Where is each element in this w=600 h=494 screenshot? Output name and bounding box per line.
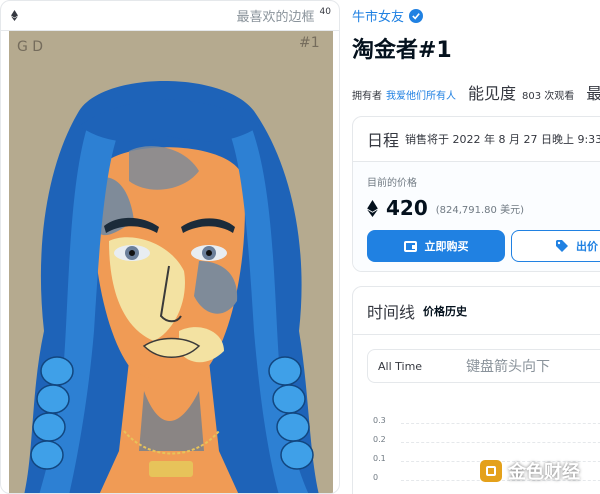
price-row: 420 (824,791.80 美元) [367,196,600,220]
watermark-text: 金色财经 [508,462,580,483]
tag-icon [556,240,568,252]
item-title: 淘金者#1 [352,38,452,63]
action-buttons: 立即购买 出价 [367,230,600,262]
price-history-header[interactable]: 时间线 价格历史 [353,287,600,335]
current-price-label: 目前的价格 [367,178,417,189]
y-tick-label: 0 [373,473,379,482]
price-chart-y-axis: 0.3 0.2 0.1 0 [367,416,397,494]
svg-text:G D: G D [17,39,43,55]
item-details-panel: 牛市女友 淘金者#1 拥有者 我爱他们所有人 能见度 803 次观看 最 日程 … [352,0,600,494]
price-panel: 日程 销售将于 2022 年 8 月 27 日晚上 9:33 GMT 目前的价格… [352,116,600,272]
buy-now-button[interactable]: 立即购买 [367,230,505,262]
views-count: 803 次观看 [522,91,575,102]
favorites-meta-label: 最 [586,84,600,103]
timeline-title: 时间线 [367,302,416,322]
nft-artwork-illustration: G D #1 [9,31,333,493]
price-usd: (824,791.80 美元) [435,204,524,216]
make-offer-button[interactable]: 出价 [511,230,600,262]
chart-grid-line [401,423,600,424]
time-range-select[interactable]: All Time 键盘箭头向下 [367,349,600,383]
collection-link[interactable]: 牛市女友 [352,6,424,25]
ethereum-icon [367,199,378,217]
price-eth: 420 [386,196,428,220]
buy-now-label: 立即购买 [424,240,469,253]
y-tick-label: 0.3 [373,416,386,425]
schedule-title: 日程 [367,131,400,150]
collection-name[interactable]: 牛市女友 [352,6,404,25]
verified-check-icon [409,8,424,23]
chart-grid-line [401,442,600,443]
nft-art-card[interactable]: 最喜欢的边框 40 G D #1 [0,0,340,494]
y-tick-label: 0.2 [373,435,386,444]
visibility-label: 能见度 [468,84,517,103]
favorites-count: 40 [319,6,331,17]
owner-prefix: 拥有者 [352,91,382,102]
favorites-button[interactable]: 最喜欢的边框 40 [236,6,331,26]
watermark: 金色财经 [480,458,580,484]
time-range-value: All Time [378,359,423,373]
nft-artwork-image[interactable]: G D #1 [9,31,333,493]
price-body: 目前的价格 420 (824,791.80 美元) 立即购买 出价 [353,162,600,271]
sale-end-text: 销售将于 2022 年 8 月 27 日晚上 9:33 GMT [405,133,600,146]
art-card-header: 最喜欢的边框 40 [1,1,339,31]
sale-schedule-row: 日程 销售将于 2022 年 8 月 27 日晚上 9:33 GMT [353,117,600,162]
favorites-label: 最喜欢的边框 [236,10,315,25]
make-offer-label: 出价 [576,240,598,253]
owner-link[interactable]: 我爱他们所有人 [386,87,456,102]
range-row: All Time 键盘箭头向下 [353,335,600,397]
y-tick-label: 0.1 [373,454,386,463]
wallet-icon [403,240,417,252]
svg-text:#1: #1 [299,35,320,51]
item-meta-row: 拥有者 我爱他们所有人 能见度 803 次观看 最 [352,80,600,104]
watermark-logo-icon [480,460,502,482]
price-history-label: 价格历史 [423,304,468,318]
keyboard-hint: 键盘箭头向下 [466,359,551,375]
ethereum-icon [11,10,18,21]
